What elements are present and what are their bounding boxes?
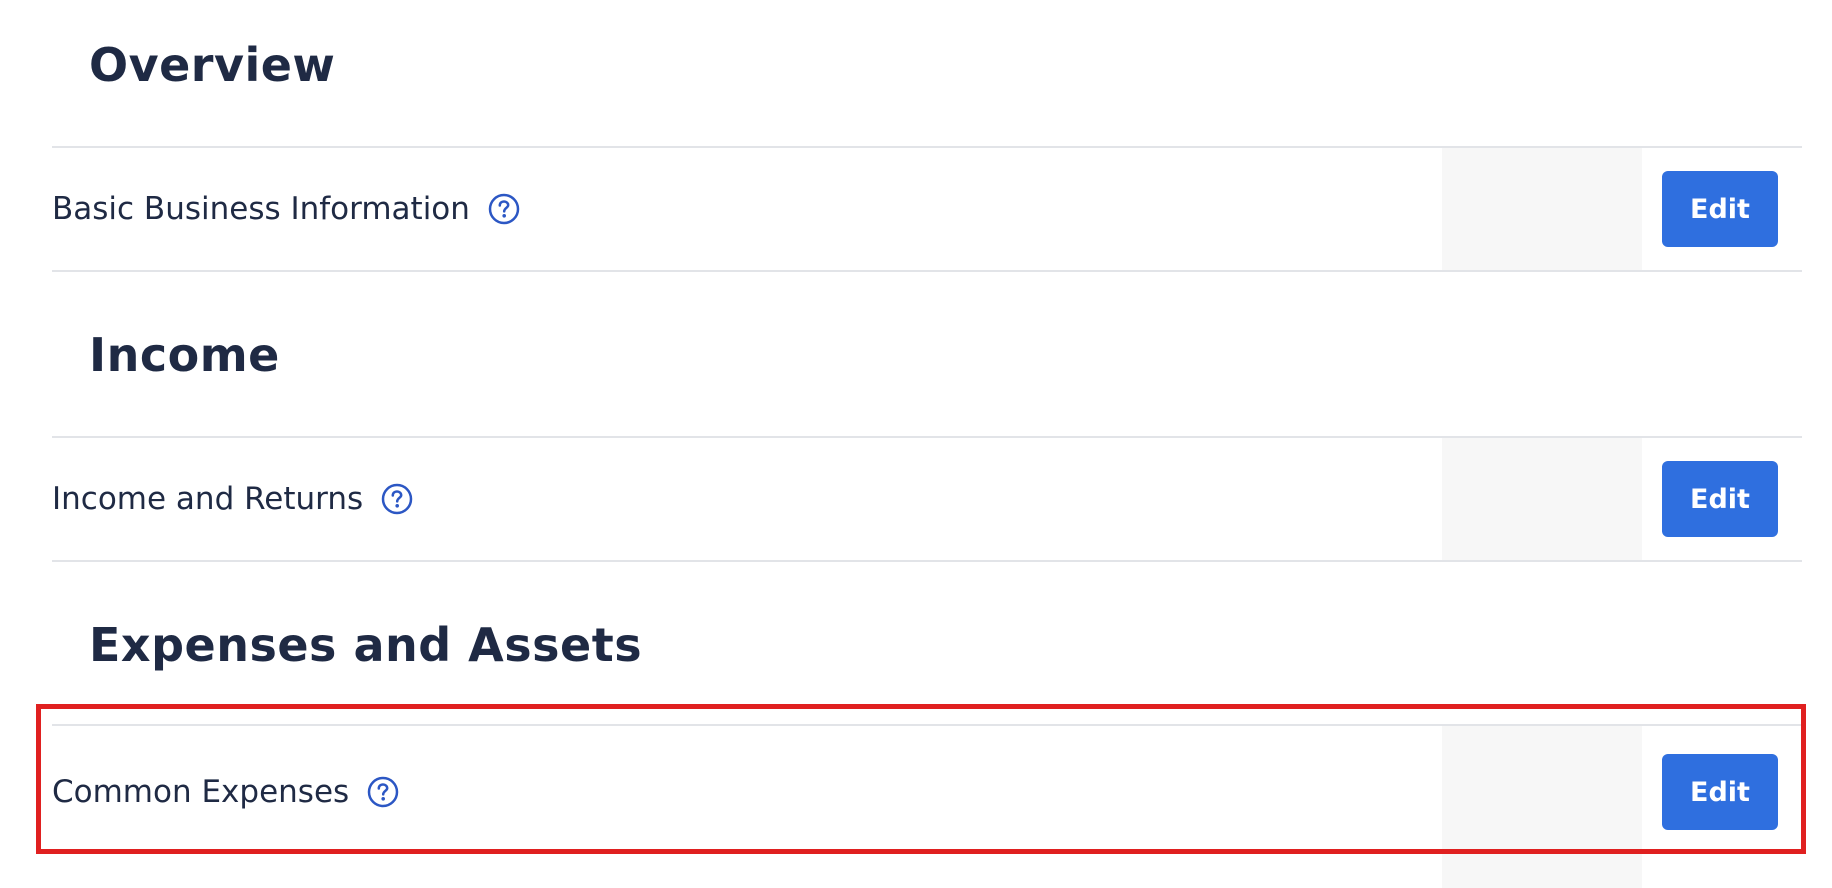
row-status-column xyxy=(1442,148,1642,270)
question-circle-icon[interactable] xyxy=(488,193,520,225)
edit-button[interactable]: Edit xyxy=(1662,754,1778,830)
row-income-and-returns: Income and Returns Edit xyxy=(52,436,1802,562)
row-label: Income and Returns xyxy=(52,481,364,517)
row-status-column xyxy=(1442,438,1642,560)
row-basic-business-information: Basic Business Information Edit xyxy=(52,146,1802,272)
row-label-group: Common Expenses xyxy=(52,774,399,810)
question-circle-icon[interactable] xyxy=(381,483,413,515)
question-circle-icon[interactable] xyxy=(367,776,399,808)
section-title-income: Income xyxy=(89,328,280,382)
row-label-group: Income and Returns xyxy=(52,481,413,517)
row-status-column xyxy=(1442,726,1642,888)
edit-button[interactable]: Edit xyxy=(1662,461,1778,537)
row-label: Common Expenses xyxy=(52,774,350,810)
row-label: Basic Business Information xyxy=(52,191,470,227)
edit-button[interactable]: Edit xyxy=(1662,171,1778,247)
row-common-expenses: Common Expenses Edit xyxy=(52,724,1802,888)
row-label-group: Basic Business Information xyxy=(52,191,520,227)
section-title-overview: Overview xyxy=(89,38,336,92)
section-title-expenses-and-assets: Expenses and Assets xyxy=(89,618,643,672)
